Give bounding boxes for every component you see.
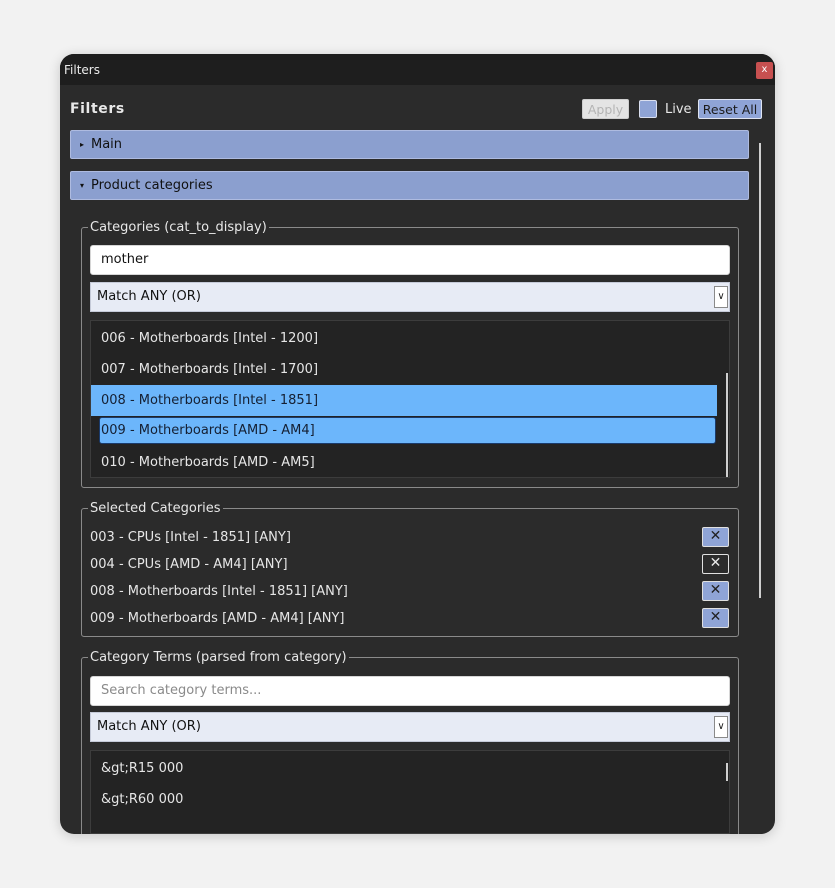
list-item[interactable]: &gt;R15 000 (91, 753, 717, 784)
remove-category-button[interactable]: ✕ (702, 581, 729, 601)
list-item[interactable]: 009 - Motherboards [AMD - AM4] (99, 417, 716, 444)
list-item[interactable]: &gt;R60 000 (91, 784, 717, 815)
window-title: Filters (64, 63, 100, 77)
section-main-label: Main (91, 137, 123, 152)
section-product-categories-label: Product categories (91, 178, 213, 193)
chevron-down-icon: ∨ (714, 716, 728, 738)
panel-scrollbar[interactable] (759, 143, 761, 598)
list-item[interactable]: 008 - Motherboards [Intel - 1851] (91, 385, 717, 416)
reset-all-button[interactable]: Reset All (698, 99, 762, 119)
live-label: Live (665, 102, 692, 117)
section-product-categories-header[interactable]: ▾ Product categories (70, 171, 749, 200)
live-checkbox[interactable] (639, 100, 657, 118)
category-terms-search-input[interactable]: Search category terms... (90, 676, 730, 706)
category-match-select[interactable]: Match ANY (OR) ∨ (90, 282, 730, 312)
expand-triangle-icon: ▸ (80, 140, 85, 149)
list-scrollbar[interactable] (726, 373, 728, 477)
filters-window: Filters x Filters Apply Live Reset All ▸… (60, 54, 775, 834)
section-main-header[interactable]: ▸ Main (70, 130, 749, 159)
category-terms-match-value: Match ANY (OR) (97, 719, 201, 734)
category-terms-match-select[interactable]: Match ANY (OR) ∨ (90, 712, 730, 742)
selected-category-row: 004 - CPUs [AMD - AM4] [ANY] (90, 557, 288, 572)
category-listbox[interactable]: 006 - Motherboards [Intel - 1200] 007 - … (90, 320, 730, 478)
selected-category-row: 003 - CPUs [Intel - 1851] [ANY] (90, 530, 291, 545)
list-item[interactable]: 007 - Motherboards [Intel - 1700] (91, 354, 717, 385)
chevron-down-icon: ∨ (714, 286, 728, 308)
category-terms-legend: Category Terms (parsed from category) (90, 650, 347, 665)
apply-button[interactable]: Apply (582, 99, 629, 119)
category-match-value: Match ANY (OR) (97, 289, 201, 304)
remove-category-button[interactable]: ✕ (702, 554, 729, 574)
selected-category-row: 009 - Motherboards [AMD - AM4] [ANY] (90, 611, 345, 626)
list-scrollbar[interactable] (726, 763, 728, 781)
categories-legend: Categories (cat_to_display) (90, 220, 267, 235)
list-item[interactable]: 006 - Motherboards [Intel - 1200] (91, 323, 717, 354)
remove-category-button[interactable]: ✕ (702, 608, 729, 628)
category-search-input[interactable]: mother (90, 245, 730, 275)
page-title: Filters (70, 101, 125, 117)
close-button[interactable]: x (756, 62, 773, 79)
remove-category-button[interactable]: ✕ (702, 527, 729, 547)
list-item[interactable]: 010 - Motherboards [AMD - AM5] (91, 447, 717, 477)
collapse-triangle-icon: ▾ (80, 181, 85, 190)
category-terms-listbox[interactable]: &gt;R15 000 &gt;R60 000 (90, 750, 730, 834)
selected-categories-legend: Selected Categories (90, 501, 221, 516)
title-bar: Filters x (60, 54, 775, 85)
selected-category-row: 008 - Motherboards [Intel - 1851] [ANY] (90, 584, 348, 599)
